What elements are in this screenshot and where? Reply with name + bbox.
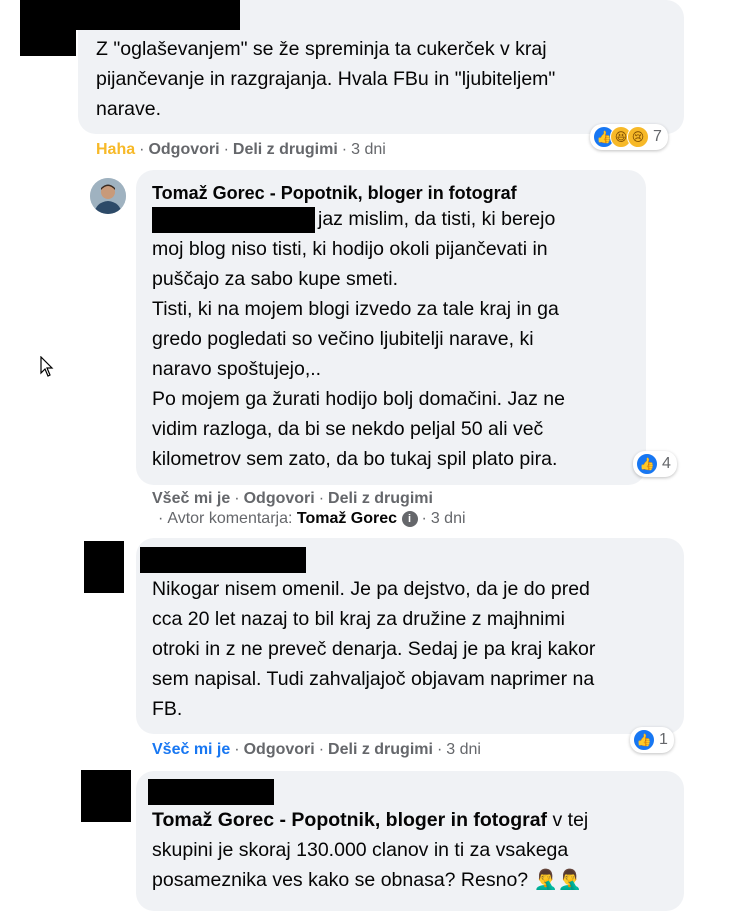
timestamp[interactable]: 3 dni bbox=[351, 141, 386, 158]
like-button[interactable]: Všeč mi je bbox=[152, 741, 230, 758]
redacted-avatar bbox=[84, 541, 124, 593]
comment-author[interactable]: Tomaž Gorec - Popotnik, bloger in fotogr… bbox=[152, 183, 517, 204]
reaction-count: 1 bbox=[659, 731, 668, 748]
like-icon: 👍 bbox=[633, 729, 655, 751]
reaction-summary[interactable]: 👍 😆 😢 7 bbox=[590, 124, 668, 150]
comment-actions: Haha · Odgovori · Deli z drugimi · 3 dni bbox=[96, 141, 386, 158]
avatar[interactable] bbox=[90, 178, 126, 214]
timestamp[interactable]: 3 dni bbox=[431, 510, 466, 527]
haha-reaction-button[interactable]: Haha bbox=[96, 141, 135, 158]
author-tag-label: Avtor komentarja: bbox=[167, 510, 293, 527]
comment-text: moj blog niso tisti, ki hodijo okoli pij… bbox=[152, 238, 565, 470]
mouse-cursor-icon bbox=[40, 355, 54, 383]
comment-actions: Všeč mi je · Odgovori · Deli z drugimi · 3 dni bbox=[152, 741, 481, 758]
reply-button[interactable]: Odgovori bbox=[148, 141, 219, 158]
sad-icon: 😢 bbox=[627, 126, 649, 148]
redacted-author-name bbox=[76, 0, 240, 30]
author-tag-row: · Avtor komentarja: Tomaž Gorec i · 3 dni bbox=[158, 510, 466, 527]
reaction-summary[interactable]: 👍 4 bbox=[633, 451, 677, 477]
reply-button[interactable]: Odgovori bbox=[244, 741, 315, 758]
like-button[interactable]: Všeč mi je bbox=[152, 490, 230, 507]
comment-text-rest: skupini je skoraj 130.000 clanov in ti z… bbox=[152, 839, 569, 891]
redacted-author-name bbox=[148, 779, 274, 805]
comment-text: Z "oglaševanjem" se že spreminja ta cuke… bbox=[96, 38, 556, 120]
timestamp[interactable]: 3 dni bbox=[446, 741, 481, 758]
facepalm-emoji: 🤦‍♂️🤦‍♂️ bbox=[533, 869, 583, 891]
share-button[interactable]: Deli z drugimi bbox=[328, 741, 433, 758]
share-button[interactable]: Deli z drugimi bbox=[328, 490, 433, 507]
comment-actions: Všeč mi je · Odgovori · Deli z drugimi bbox=[152, 490, 433, 507]
redacted-mention bbox=[152, 207, 315, 233]
share-button[interactable]: Deli z drugimi bbox=[233, 141, 338, 158]
redacted-author-name bbox=[140, 547, 306, 573]
reaction-count: 7 bbox=[653, 128, 662, 145]
reaction-summary[interactable]: 👍 1 bbox=[630, 727, 674, 753]
info-icon[interactable]: i bbox=[401, 510, 418, 527]
comment-text-first-line: Tomaž Gorec - Popotnik, bloger in fotogr… bbox=[152, 805, 672, 835]
author-tag-name[interactable]: Tomaž Gorec bbox=[297, 510, 397, 527]
redacted-avatar bbox=[81, 770, 131, 822]
comment-text: skupini je skoraj 130.000 clanov in ti z… bbox=[152, 835, 672, 895]
reply-button[interactable]: Odgovori bbox=[244, 490, 315, 507]
comment-text-first-line: jaz mislim, da tisti, ki berejo bbox=[318, 208, 556, 230]
redacted-avatar bbox=[20, 0, 76, 56]
like-icon: 👍 bbox=[636, 453, 658, 475]
reaction-count: 4 bbox=[662, 455, 671, 472]
comment-text-after-mention: v tej bbox=[547, 809, 589, 831]
mention-link[interactable]: Tomaž Gorec - Popotnik, bloger in fotogr… bbox=[152, 809, 547, 831]
comment-text: Nikogar nisem omenil. Je pa dejstvo, da … bbox=[152, 578, 596, 720]
